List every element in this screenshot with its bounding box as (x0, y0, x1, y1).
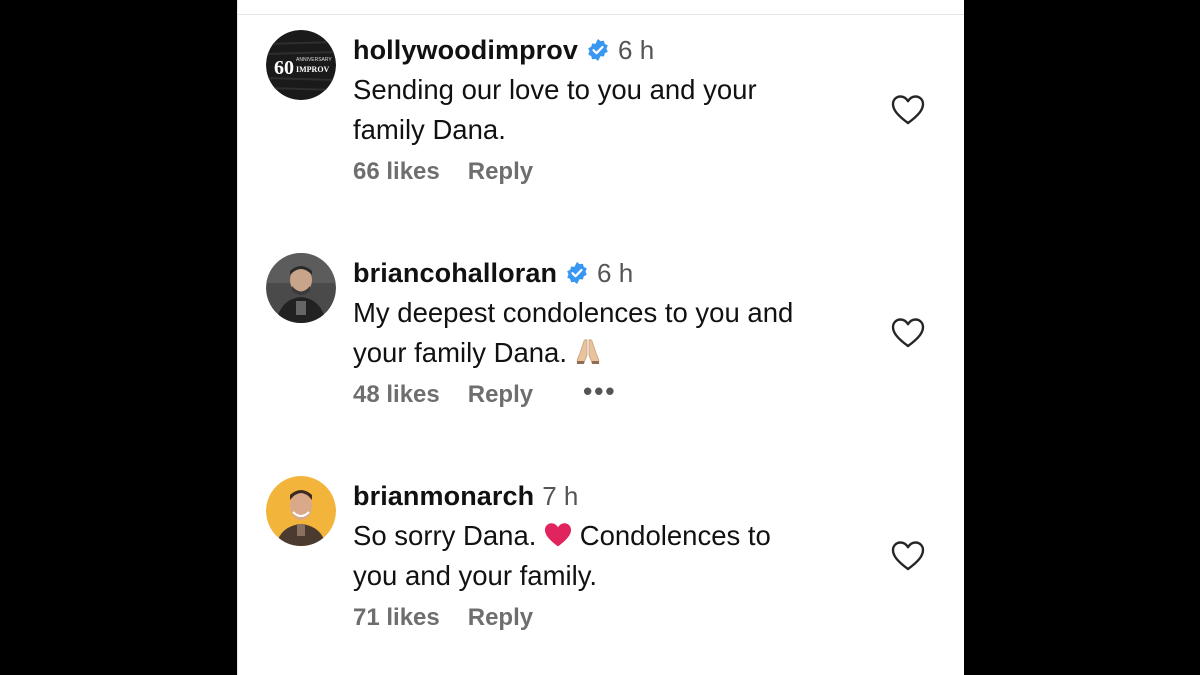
comment-meta: 66 likes Reply (353, 158, 533, 186)
avatar-small-text: IMPROV (296, 65, 330, 74)
avatar-tiny-text: ANNIVERSARY (296, 57, 332, 63)
avatar-brianmonarch[interactable] (266, 476, 336, 546)
comment-time: 6 h (597, 257, 634, 288)
comment-text-line: My deepest condolences to you and (353, 297, 794, 328)
reply-button[interactable]: Reply (468, 381, 533, 409)
likes-count[interactable]: 66 likes (353, 158, 440, 186)
comment-username[interactable]: briancohalloran (353, 258, 557, 289)
avatar-briancohalloran[interactable] (266, 253, 336, 323)
like-heart-icon[interactable] (891, 540, 925, 572)
comment-time: 6 h (618, 34, 655, 65)
comment-meta: 48 likes Reply ••• (353, 376, 616, 409)
likes-count[interactable]: 48 likes (353, 381, 440, 409)
comment-text: So sorry Dana. Condolences to you and yo… (353, 516, 873, 596)
more-options-icon[interactable]: ••• (583, 376, 616, 407)
folded-hands-emoji-icon (576, 339, 600, 364)
like-heart-icon[interactable] (891, 317, 925, 349)
red-heart-emoji-icon (545, 523, 572, 547)
comment-username[interactable]: brianmonarch (353, 481, 534, 512)
comment-text-part: So sorry Dana. (353, 520, 537, 551)
comment-item: 60 ANNIVERSARY IMPROV hollywoodimprov 6 … (238, 30, 964, 230)
comments-panel: 60 ANNIVERSARY IMPROV hollywoodimprov 6 … (237, 0, 964, 675)
verified-badge-icon (586, 38, 610, 62)
top-divider (238, 14, 964, 15)
reply-button[interactable]: Reply (468, 158, 533, 186)
comment-text-line: you and your family. (353, 560, 598, 591)
comment-text-part: Condolences to (579, 520, 771, 551)
likes-count[interactable]: 71 likes (353, 604, 440, 632)
verified-badge-icon (565, 261, 589, 285)
comment-text: My deepest condolences to you and your f… (353, 293, 873, 373)
avatar-big-text: 60 (274, 57, 294, 79)
comment-text-line-2: your family Dana. (353, 333, 873, 373)
comment-text: Sending our love to you and your family … (353, 70, 873, 150)
comment-text-line: So sorry Dana. Condolences to (353, 516, 873, 556)
comment-meta: 71 likes Reply (353, 604, 533, 632)
comment-time: 7 h (542, 480, 579, 511)
avatar-hollywoodimprov[interactable]: 60 ANNIVERSARY IMPROV (266, 30, 336, 100)
comment-item: brianmonarch 7 h So sorry Dana. Condolen… (238, 476, 964, 675)
comment-text-line: Sending our love to you and your (353, 74, 757, 105)
comment-item: briancohalloran 6 h My deepest condolenc… (238, 253, 964, 453)
comment-text-line: family Dana. (353, 114, 506, 145)
like-heart-icon[interactable] (891, 94, 925, 126)
comment-text-part: your family Dana. (353, 337, 567, 368)
reply-button[interactable]: Reply (468, 604, 533, 632)
comment-username[interactable]: hollywoodimprov (353, 35, 578, 66)
